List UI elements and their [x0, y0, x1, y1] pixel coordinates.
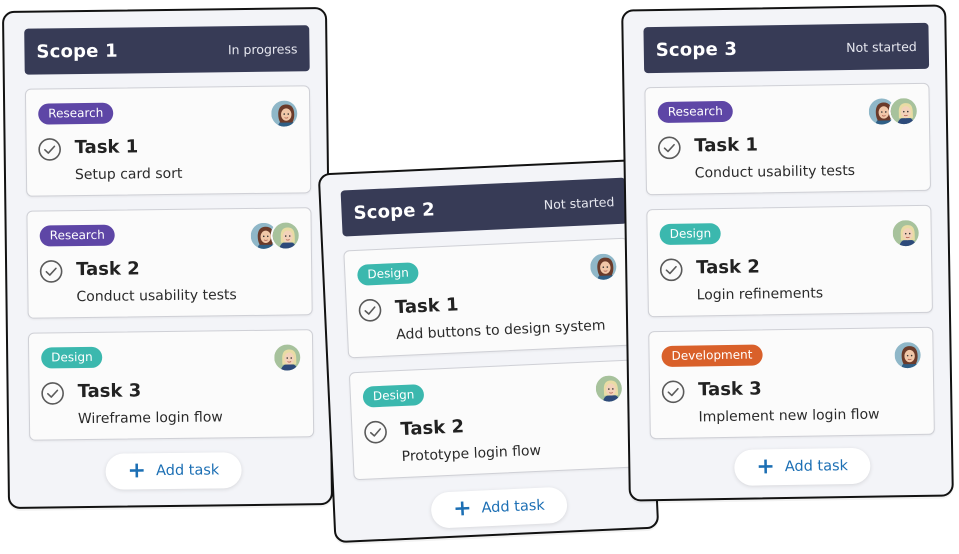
task-card[interactable]: Research Task 1 Conduct usability tests: [644, 82, 932, 196]
check-circle-icon[interactable]: [358, 298, 383, 323]
tag-badge: Design: [362, 383, 425, 408]
assignees: [593, 372, 625, 405]
scope-header: Scope 2 Not started: [340, 177, 628, 237]
add-task-label: Add task: [784, 458, 849, 476]
add-task-button[interactable]: + Add task: [734, 447, 871, 486]
add-task-label: Add task: [481, 497, 546, 517]
task-card[interactable]: Design Task 2 Login refinements: [646, 204, 933, 318]
check-circle-icon[interactable]: [41, 381, 65, 405]
avatar: [269, 98, 300, 129]
scope-title: Scope 1: [36, 40, 118, 63]
assignees: [248, 220, 301, 252]
scope-board-2: Scope 2 Not started Design Task 1 Add bu…: [317, 158, 660, 544]
avatar: [890, 217, 921, 249]
plus-icon: +: [756, 454, 775, 480]
assignees: [272, 342, 303, 373]
add-task-button[interactable]: + Add task: [105, 452, 242, 490]
avatar: [593, 372, 625, 405]
tag-badge: Design: [41, 346, 103, 369]
assignees: [587, 251, 619, 283]
task-title: Task 1: [394, 294, 459, 319]
tag-badge: Research: [39, 224, 115, 247]
task-description: Conduct usability tests: [76, 287, 237, 306]
task-description: Implement new login flow: [698, 406, 880, 426]
assignees: [892, 339, 923, 371]
check-circle-icon[interactable]: [661, 380, 685, 404]
avatar: [888, 95, 920, 127]
task-title: Task 3: [77, 380, 142, 403]
scope-title: Scope 3: [655, 38, 738, 61]
task-card[interactable]: Research Task 2 Conduct usability tests: [26, 207, 313, 319]
task-title: Task 1: [74, 136, 139, 159]
scope-status: In progress: [227, 40, 298, 57]
task-card[interactable]: Development Task 3 Implement new login f…: [648, 326, 935, 440]
scope-title: Scope 2: [353, 198, 436, 224]
scope-board-3: Scope 3 Not started Research Task 1 Cond…: [621, 4, 954, 502]
tag-badge: Design: [659, 223, 722, 246]
tag-badge: Development: [661, 344, 763, 367]
check-circle-icon[interactable]: [38, 137, 62, 161]
task-description: Wireframe login flow: [77, 409, 223, 428]
check-circle-icon[interactable]: [39, 259, 63, 283]
assignees: [269, 98, 300, 129]
plus-icon: +: [127, 458, 147, 484]
task-card[interactable]: Research Task 1 Setup card sort: [24, 85, 312, 197]
task-title: Task 2: [76, 258, 140, 281]
scope-header: Scope 1 In progress: [24, 25, 310, 75]
avatar: [587, 251, 619, 283]
add-task-button[interactable]: + Add task: [430, 486, 568, 529]
task-description: Login refinements: [696, 285, 824, 304]
plus-icon: +: [452, 495, 473, 522]
task-card[interactable]: Design Task 2 Prototype login flow: [348, 359, 639, 481]
task-title: Task 1: [694, 134, 759, 157]
scope-board-1: Scope 1 In progress Research Task 1 Setu…: [1, 7, 334, 509]
check-circle-icon[interactable]: [363, 420, 388, 445]
check-circle-icon[interactable]: [657, 136, 681, 160]
check-circle-icon[interactable]: [659, 258, 683, 282]
scope-status: Not started: [543, 193, 615, 212]
assignees: [866, 95, 920, 127]
assignees: [890, 217, 921, 249]
add-task-label: Add task: [155, 462, 220, 480]
avatar: [272, 342, 303, 373]
scope-header: Scope 3 Not started: [643, 22, 930, 74]
tag-badge: Research: [657, 100, 733, 124]
task-description: Conduct usability tests: [694, 162, 856, 182]
task-description: Setup card sort: [74, 165, 183, 184]
task-description: Prototype login flow: [401, 442, 542, 466]
avatar: [270, 220, 301, 251]
task-card[interactable]: Design Task 3 Wireframe login flow: [27, 329, 315, 441]
tag-badge: Design: [356, 262, 420, 286]
task-card[interactable]: Design Task 1 Add buttons to design syst…: [343, 237, 633, 359]
tag-badge: Research: [38, 102, 114, 125]
task-title: Task 2: [696, 256, 760, 279]
task-description: Add buttons to design system: [395, 317, 606, 344]
task-title: Task 3: [697, 378, 762, 401]
task-title: Task 2: [399, 416, 465, 441]
avatar: [892, 339, 923, 371]
scope-status: Not started: [846, 38, 917, 55]
